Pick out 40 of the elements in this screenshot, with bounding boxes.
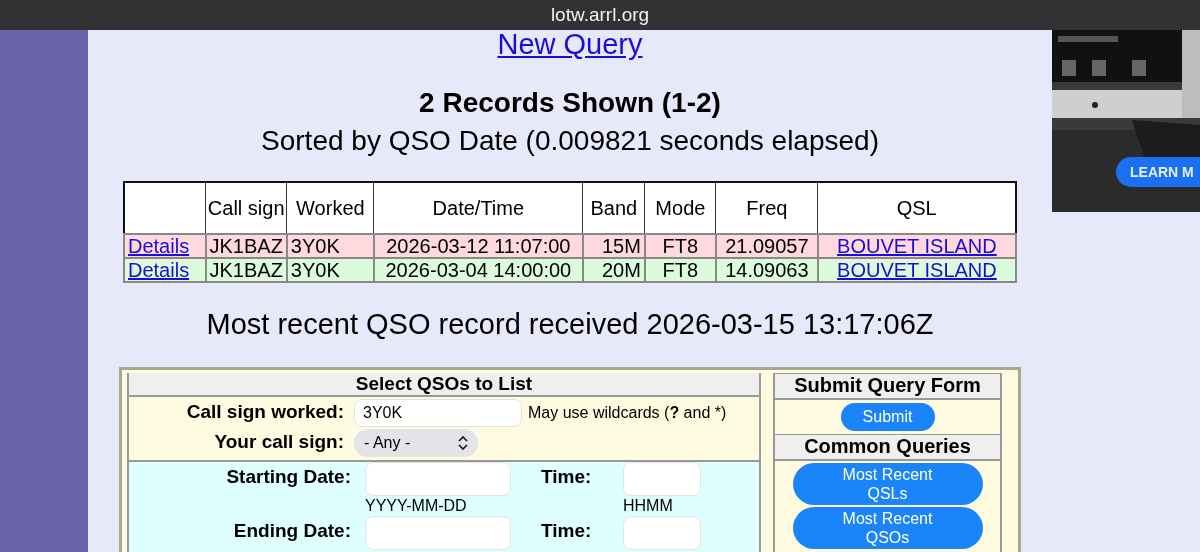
table-cell: JK1BAZ (209, 259, 283, 281)
table-cell: 15M (601, 235, 641, 257)
submit-button[interactable]: Submit (840, 403, 935, 431)
sort-info: Sorted by QSO Date (0.009821 seconds elapsed) (261, 125, 879, 157)
time-field[interactable] (623, 462, 701, 496)
section-header: Select QSOs to List (129, 373, 759, 397)
date-field[interactable] (365, 462, 511, 496)
query-button[interactable]: Most Recent QSLs (792, 463, 983, 505)
table-cell: 2026-03-04 14:00:00 (385, 259, 572, 281)
latest-record-text: Most recent QSO record received 2026-03-15 13:17:06Z (206, 307, 934, 341)
table-cell: 2026-03-12 11:07:00 (386, 235, 571, 257)
chevron-icon (458, 436, 468, 450)
format-hint: YYYY-MM-DD (365, 496, 468, 516)
field-label: Starting Date: (225, 465, 351, 489)
url-text[interactable]: lotw.arrl.org (550, 4, 650, 26)
learn-more-button[interactable]: LEARN M (1116, 157, 1200, 187)
new-query-link[interactable]: New Query (497, 30, 643, 58)
section-header: Common Queries (775, 434, 1000, 461)
date-field[interactable] (365, 516, 511, 550)
table-cell: FT8 (662, 235, 699, 257)
table-cell: 21.09057 (725, 235, 809, 257)
results-heading: 2 Records Shown (1-2) (419, 87, 721, 119)
query-button[interactable]: Most Recent QSOs (792, 507, 983, 549)
field-label: Time: (540, 519, 593, 543)
field-label: Ending Date: (232, 519, 351, 543)
hint-text: May use wildcards (? and *) (528, 404, 727, 422)
dropdown[interactable]: - Any - (354, 429, 478, 457)
field-label: Call sign worked: (185, 400, 344, 424)
time-field[interactable] (623, 516, 701, 550)
text-field[interactable]: 3Y0K (354, 399, 522, 427)
field-label: Your call sign: (213, 430, 344, 454)
table-cell: 3Y0K (290, 235, 340, 257)
table-cell: 20M (601, 259, 641, 281)
format-hint: HHMM (623, 496, 674, 516)
section-header: Submit Query Form (775, 373, 1000, 400)
field-label: Time: (540, 465, 593, 489)
table-cell: FT8 (662, 259, 699, 281)
table-cell: 3Y0K (290, 259, 340, 281)
table-cell: JK1BAZ (209, 235, 283, 257)
table-cell: 14.09063 (725, 259, 809, 281)
